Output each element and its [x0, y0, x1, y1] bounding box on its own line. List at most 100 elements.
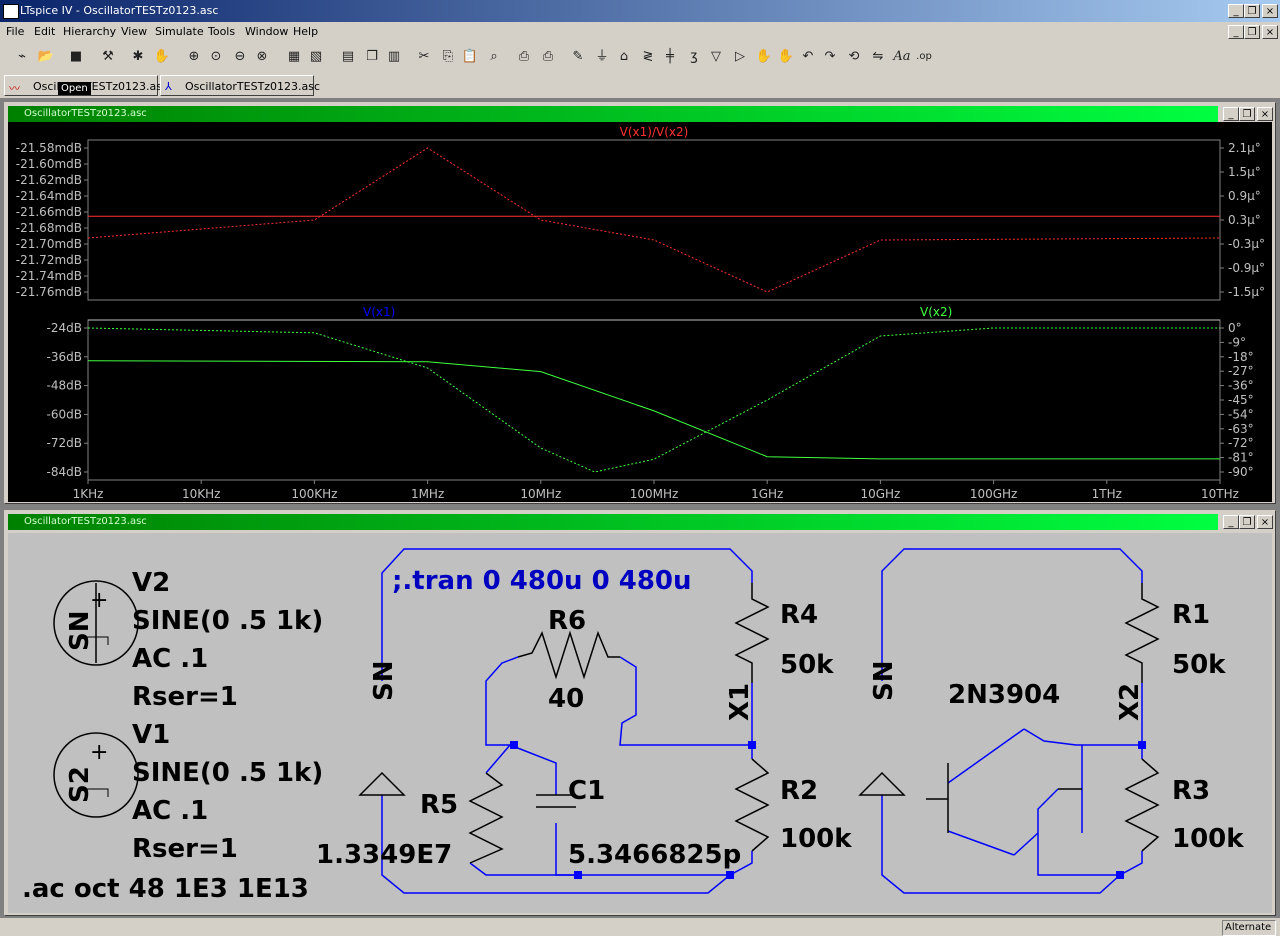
waveform-plot[interactable]: -21.58mdB -21.60mdB -21.62mdB -21.64mdB -21.… — [8, 122, 1272, 502]
waveform-window-title: OscillatorTESTz0123.asc — [24, 108, 147, 119]
x-tick-label: 10KHz — [182, 487, 220, 501]
app-title: LTspice IV - OscillatorTESTz0123.asc — [20, 4, 219, 17]
waveform-close-button[interactable]: × — [1257, 107, 1273, 121]
y-right-tick-label: -63° — [1228, 422, 1254, 436]
resistor-icon[interactable]: ≷ — [638, 47, 658, 67]
menu-tools[interactable]: Tools — [208, 25, 235, 38]
tran-directive[interactable]: ;.tran 0 480u 0 480u — [392, 566, 692, 596]
schematic-close-button[interactable]: × — [1257, 515, 1273, 529]
y-left-tick-label: -21.70mdB — [16, 237, 82, 251]
r4-label: R4 — [780, 600, 818, 630]
r5-value: 1.3349E7 — [316, 840, 452, 870]
cascade-icon[interactable]: ❐ — [362, 47, 382, 67]
cut-icon[interactable]: ✂ — [414, 47, 434, 67]
zoom-fit-icon[interactable]: ⊗ — [252, 47, 272, 67]
minimize-button[interactable]: _ — [1228, 4, 1244, 18]
paste-icon[interactable]: 📋 — [460, 47, 480, 67]
r3-label: R3 — [1172, 776, 1210, 806]
trace-label-vx2: V(x2) — [920, 305, 952, 319]
restore-button[interactable]: ❐ — [1244, 4, 1260, 18]
v1-node-label: S2 — [65, 766, 95, 803]
schematic-icon[interactable]: ⌁ — [12, 47, 32, 67]
menu-edit[interactable]: Edit — [34, 25, 55, 38]
y-right-tick-label: -81° — [1228, 451, 1254, 465]
tab-schematic-label: OscillatorTESTz0123.asc — [185, 80, 321, 93]
v1-sine: SINE(0 .5 1k) — [132, 758, 323, 788]
menu-help[interactable]: Help — [293, 25, 318, 38]
menu-view[interactable]: View — [121, 25, 147, 38]
find-icon[interactable]: ⌕ — [484, 47, 504, 67]
diode-icon[interactable]: ▽ — [706, 47, 726, 67]
x-tick-label: 1MHz — [411, 487, 444, 501]
ground-icon[interactable]: ⏚ — [592, 47, 612, 67]
r6-value: 40 — [548, 684, 584, 714]
drag-icon[interactable]: ✋ — [776, 47, 796, 67]
menu-simulate[interactable]: Simulate — [155, 25, 204, 38]
text-icon[interactable]: Aa — [892, 47, 912, 67]
schematic-window: OscillatorTESTz0123.asc _ ❐ × V2 SINE(0 … — [4, 510, 1276, 916]
child-close-button[interactable]: × — [1262, 25, 1278, 39]
plus-sign: + — [90, 740, 108, 765]
zoom-out-icon[interactable]: ⊖ — [230, 47, 250, 67]
x1-label: X1 — [725, 683, 755, 721]
move-icon[interactable]: ✋ — [754, 47, 774, 67]
child-minimize-button[interactable]: _ — [1228, 25, 1244, 39]
y-left-tick-label: -21.74mdB — [16, 269, 82, 283]
waveform-restore-button[interactable]: ❐ — [1239, 107, 1255, 121]
plus-sign: + — [90, 588, 108, 613]
pan-icon[interactable]: ⊙ — [206, 47, 226, 67]
save-icon[interactable]: ■ — [66, 47, 86, 67]
tile-horizontal-icon[interactable]: ▤ — [338, 47, 358, 67]
y-right-tick-label: 1.5µ° — [1228, 165, 1261, 179]
x-tick-label: 10MHz — [520, 487, 561, 501]
ac-directive[interactable]: .ac oct 48 1E3 1E13 — [22, 874, 309, 904]
open-icon[interactable]: 📂 — [36, 47, 56, 67]
schematic-window-title: OscillatorTESTz0123.asc — [24, 516, 147, 527]
rotate-icon[interactable]: ⟲ — [844, 47, 864, 67]
v2-label: V2 — [132, 568, 170, 598]
waveform-window: OscillatorTESTz0123.asc _ ❐ × -21.58mdB -… — [4, 102, 1276, 504]
copy-icon[interactable]: ⎘ — [438, 47, 458, 67]
menu-file[interactable]: File — [6, 25, 24, 38]
schematic-canvas[interactable]: V2 SINE(0 .5 1k) AC .1 Rser=1 V1 SINE(0 … — [8, 533, 1272, 913]
capacitor-icon[interactable]: ╪ — [660, 47, 680, 67]
autorange-icon[interactable]: ▦ — [284, 47, 304, 67]
schematic-minimize-button[interactable]: _ — [1223, 515, 1239, 529]
mirror-icon[interactable]: ⇋ — [868, 47, 888, 67]
menu-window[interactable]: Window — [245, 25, 288, 38]
delete-trace-icon[interactable]: ▧ — [306, 47, 326, 67]
x-tick-label: 10THz — [1201, 487, 1239, 501]
wire-icon[interactable]: ✎ — [568, 47, 588, 67]
x-tick-label: 100MHz — [630, 487, 679, 501]
y-left-tick-label: -36dB — [47, 350, 82, 364]
tile-vertical-icon[interactable]: ▥ — [384, 47, 404, 67]
control-panel-icon[interactable]: ⚒ — [98, 47, 118, 67]
child-restore-button[interactable]: ❐ — [1244, 25, 1260, 39]
run-icon[interactable]: ✱ — [128, 47, 148, 67]
y-right-tick-label: -9° — [1228, 335, 1246, 349]
r4-value: 50k — [780, 650, 834, 680]
y-left-tick-label: -21.76mdB — [16, 285, 82, 299]
y-right-tick-label: -72° — [1228, 436, 1254, 450]
y-left-tick-label: -72dB — [47, 436, 82, 450]
spice-directive-icon[interactable]: .op — [914, 47, 934, 67]
close-button[interactable]: × — [1262, 4, 1278, 18]
undo-icon[interactable]: ↶ — [798, 47, 818, 67]
schematic-restore-button[interactable]: ❐ — [1239, 515, 1255, 529]
menu-hierarchy[interactable]: Hierarchy — [63, 25, 116, 38]
redo-icon[interactable]: ↷ — [820, 47, 840, 67]
y-right-tick-label: 0° — [1228, 321, 1242, 335]
v2-sine: SINE(0 .5 1k) — [132, 606, 323, 636]
zoom-in-icon[interactable]: ⊕ — [184, 47, 204, 67]
waveform-minimize-button[interactable]: _ — [1223, 107, 1239, 121]
v-x1-magnitude-trace — [87, 360, 1220, 460]
transistor-model: 2N3904 — [948, 680, 1060, 710]
label-icon[interactable]: ⌂ — [614, 47, 634, 67]
y-left-tick-label: -48dB — [47, 379, 82, 393]
print-icon[interactable]: ⎙ — [538, 47, 558, 67]
component-icon[interactable]: ▷ — [730, 47, 750, 67]
halt-icon[interactable]: ✋ — [152, 47, 172, 67]
print-setup-icon[interactable]: ⎙ — [514, 47, 534, 67]
inductor-icon[interactable]: ʒ — [684, 47, 704, 67]
tab-schematic[interactable]: ⅄ OscillatorTESTz0123.asc — [160, 75, 320, 96]
